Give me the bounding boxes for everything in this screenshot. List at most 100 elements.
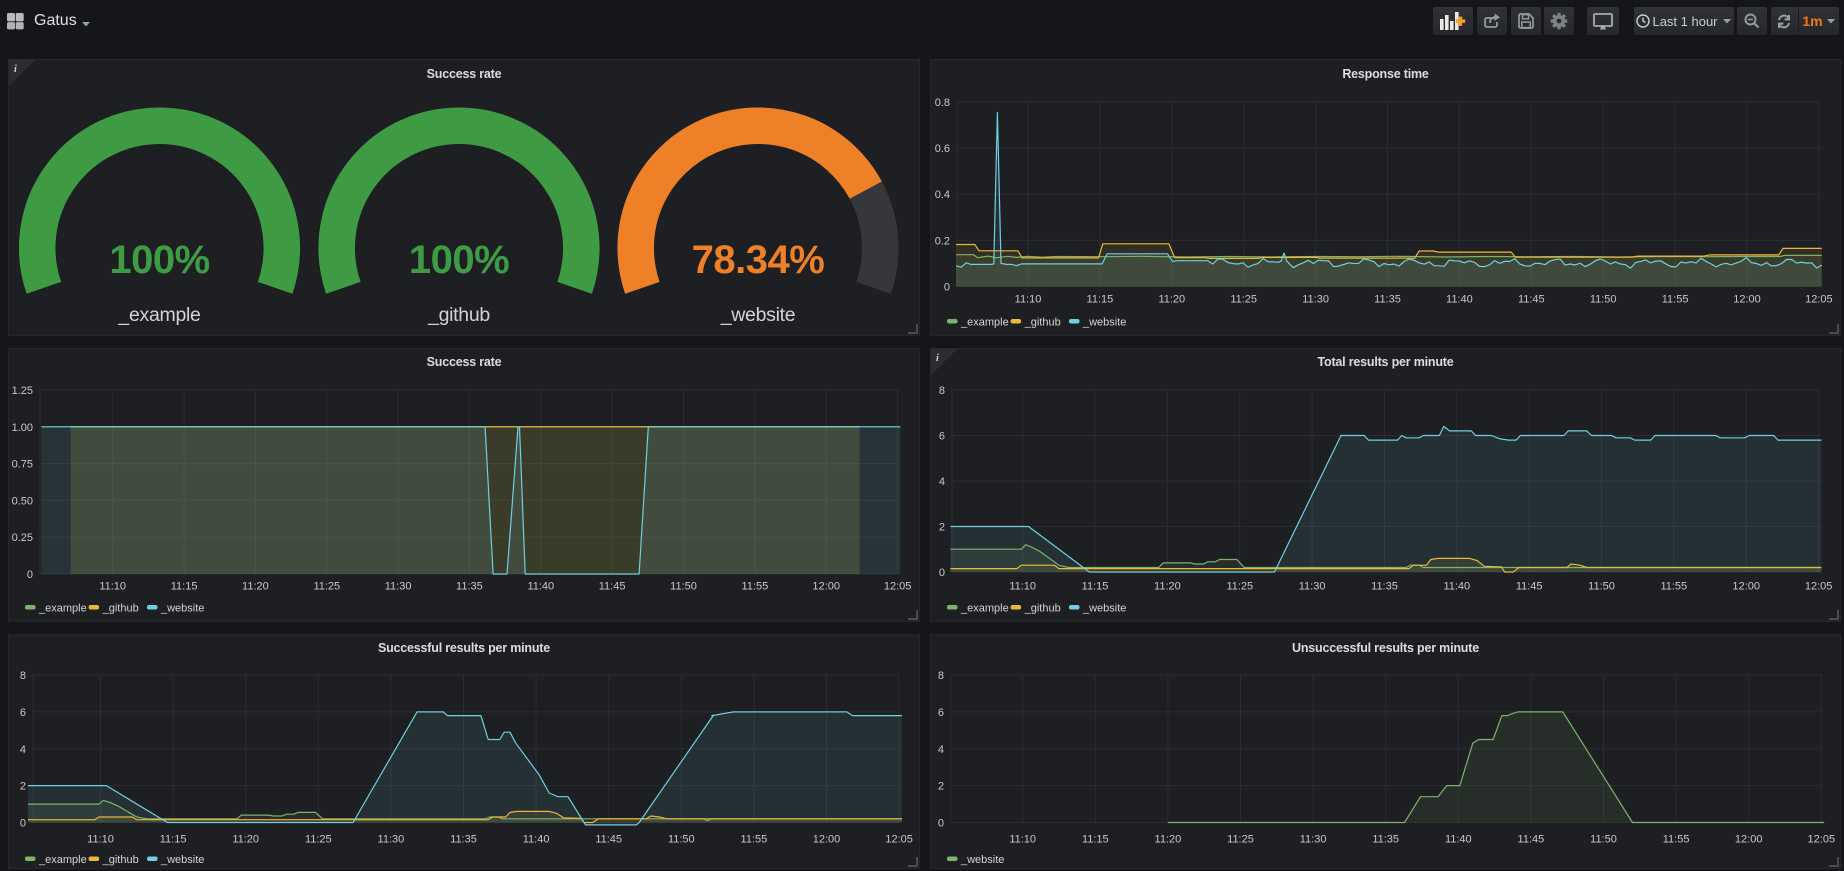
svg-text:11:45: 11:45 — [1518, 294, 1545, 306]
svg-text:11:20: 11:20 — [232, 834, 259, 846]
svg-text:_website: _website — [160, 603, 204, 615]
svg-text:11:55: 11:55 — [741, 834, 768, 846]
svg-text:2: 2 — [938, 781, 944, 793]
svg-text:_website: _website — [720, 304, 796, 326]
svg-text:11:25: 11:25 — [305, 834, 332, 846]
svg-text:11:25: 11:25 — [1230, 294, 1257, 306]
svg-text:0.25: 0.25 — [12, 532, 33, 544]
svg-text:0.4: 0.4 — [935, 189, 950, 201]
svg-text:_example: _example — [960, 603, 1009, 615]
svg-text:6: 6 — [20, 707, 26, 719]
svg-text:_github: _github — [1024, 603, 1061, 615]
svg-text:11:10: 11:10 — [1009, 834, 1036, 846]
svg-text:11:50: 11:50 — [668, 834, 695, 846]
svg-text:11:30: 11:30 — [1300, 834, 1327, 846]
svg-text:12:00: 12:00 — [812, 581, 840, 593]
svg-text:0.50: 0.50 — [12, 495, 33, 507]
svg-text:11:15: 11:15 — [171, 581, 198, 593]
svg-text:_github: _github — [1024, 317, 1061, 329]
svg-text:2: 2 — [20, 781, 26, 793]
svg-text:8: 8 — [20, 670, 26, 682]
svg-text:11:30: 11:30 — [385, 581, 412, 593]
svg-text:11:40: 11:40 — [1445, 834, 1472, 846]
svg-text:12:05: 12:05 — [1808, 834, 1836, 846]
svg-text:11:45: 11:45 — [599, 581, 626, 593]
svg-text:11:20: 11:20 — [1158, 294, 1185, 306]
svg-text:12:05: 12:05 — [1805, 581, 1833, 593]
svg-text:1.00: 1.00 — [12, 422, 33, 434]
svg-text:11:25: 11:25 — [313, 581, 340, 593]
svg-text:11:35: 11:35 — [450, 834, 477, 846]
svg-text:11:30: 11:30 — [1302, 294, 1329, 306]
svg-text:11:25: 11:25 — [1226, 581, 1253, 593]
svg-text:_example: _example — [117, 304, 200, 326]
svg-text:11:40: 11:40 — [1446, 294, 1473, 306]
svg-text:4: 4 — [20, 744, 26, 756]
svg-text:11:55: 11:55 — [1662, 294, 1689, 306]
svg-text:_website: _website — [960, 854, 1004, 866]
svg-text:100%: 100% — [109, 238, 209, 282]
svg-text:_example: _example — [38, 603, 87, 615]
svg-text:0: 0 — [20, 818, 26, 830]
svg-text:12:00: 12:00 — [813, 834, 841, 846]
svg-text:0.8: 0.8 — [935, 97, 950, 109]
svg-text:_example: _example — [960, 317, 1009, 329]
svg-text:11:10: 11:10 — [1009, 581, 1036, 593]
svg-text:6: 6 — [938, 707, 944, 719]
svg-text:11:35: 11:35 — [456, 581, 483, 593]
svg-text:11:55: 11:55 — [1660, 581, 1687, 593]
svg-text:12:05: 12:05 — [885, 834, 913, 846]
svg-text:11:15: 11:15 — [1082, 834, 1109, 846]
svg-text:_website: _website — [1082, 317, 1126, 329]
svg-text:12:05: 12:05 — [1805, 294, 1833, 306]
svg-text:11:50: 11:50 — [1590, 834, 1617, 846]
svg-text:11:10: 11:10 — [1015, 294, 1042, 306]
svg-text:11:35: 11:35 — [1374, 294, 1401, 306]
svg-text:11:15: 11:15 — [1082, 581, 1109, 593]
svg-text:11:15: 11:15 — [160, 834, 187, 846]
svg-text:11:30: 11:30 — [378, 834, 405, 846]
svg-text:8: 8 — [938, 670, 944, 682]
svg-text:11:55: 11:55 — [742, 581, 769, 593]
svg-text:11:45: 11:45 — [1518, 834, 1545, 846]
svg-text:11:35: 11:35 — [1371, 581, 1398, 593]
svg-text:4: 4 — [939, 476, 945, 488]
svg-text:100%: 100% — [409, 238, 509, 282]
svg-text:0.6: 0.6 — [935, 143, 950, 155]
svg-text:78.34%: 78.34% — [692, 238, 825, 282]
svg-text:0: 0 — [938, 818, 944, 830]
svg-text:11:30: 11:30 — [1299, 581, 1326, 593]
svg-text:8: 8 — [939, 385, 945, 397]
svg-text:1.25: 1.25 — [12, 385, 33, 397]
svg-text:11:15: 11:15 — [1087, 294, 1114, 306]
svg-text:4: 4 — [938, 744, 944, 756]
svg-text:0: 0 — [944, 282, 950, 294]
svg-text:12:00: 12:00 — [1732, 581, 1760, 593]
svg-text:_website: _website — [160, 854, 204, 866]
svg-text:11:40: 11:40 — [527, 581, 554, 593]
svg-text:_example: _example — [38, 854, 87, 866]
svg-text:11:20: 11:20 — [242, 581, 269, 593]
svg-text:0: 0 — [939, 567, 945, 579]
svg-text:11:10: 11:10 — [99, 581, 126, 593]
svg-text:11:25: 11:25 — [1227, 834, 1254, 846]
svg-text:12:00: 12:00 — [1735, 834, 1763, 846]
svg-text:11:20: 11:20 — [1155, 834, 1182, 846]
svg-text:6: 6 — [939, 431, 945, 443]
svg-text:_github: _github — [427, 304, 490, 326]
svg-text:0: 0 — [27, 569, 33, 581]
svg-text:11:40: 11:40 — [1443, 581, 1470, 593]
svg-text:2: 2 — [939, 522, 945, 534]
svg-text:11:20: 11:20 — [1154, 581, 1181, 593]
svg-text:_website: _website — [1082, 603, 1126, 615]
svg-text:11:55: 11:55 — [1663, 834, 1690, 846]
svg-text:11:10: 11:10 — [87, 834, 114, 846]
svg-text:_github: _github — [102, 603, 139, 615]
svg-text:11:40: 11:40 — [523, 834, 550, 846]
svg-text:11:45: 11:45 — [595, 834, 622, 846]
svg-text:_github: _github — [102, 854, 139, 866]
svg-text:0.2: 0.2 — [935, 235, 950, 247]
svg-text:11:50: 11:50 — [670, 581, 697, 593]
svg-text:0.75: 0.75 — [12, 459, 33, 471]
svg-text:11:45: 11:45 — [1516, 581, 1543, 593]
